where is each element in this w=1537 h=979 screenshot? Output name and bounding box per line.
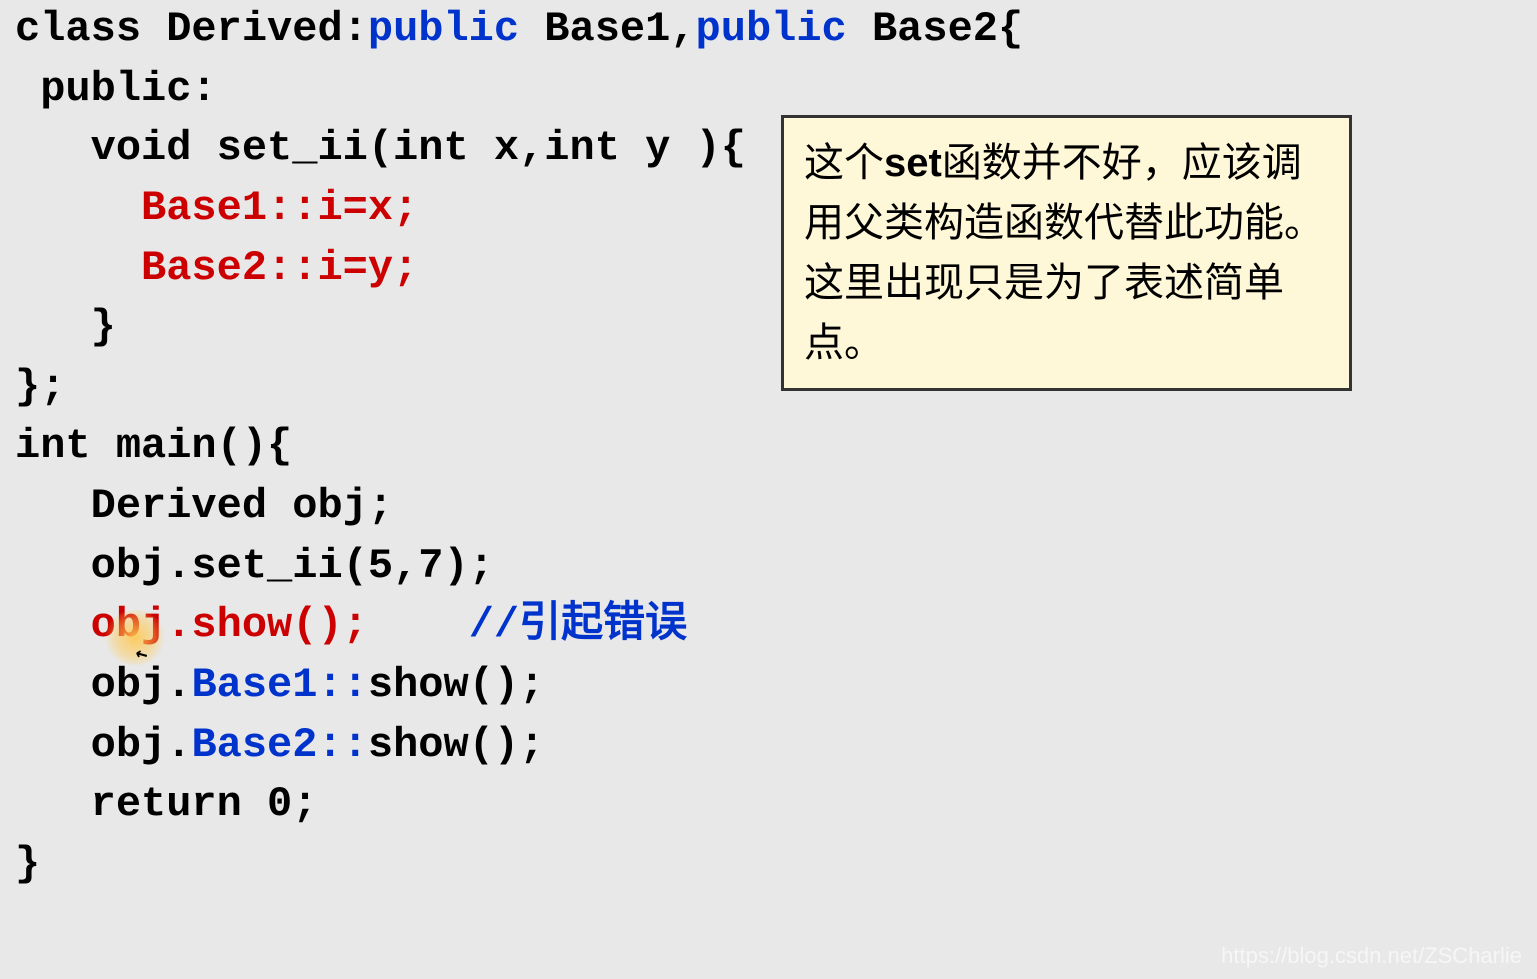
code-line-1a: class Derived: bbox=[15, 5, 368, 53]
keyword-public-2: public bbox=[696, 5, 847, 53]
code-line-2: public: bbox=[15, 65, 217, 113]
code-line-12b: show(); bbox=[368, 661, 544, 709]
code-line-1c: Base2{ bbox=[847, 5, 1023, 53]
code-line-13b: show(); bbox=[368, 721, 544, 769]
code-line-4: Base1::i=x; bbox=[15, 184, 418, 232]
code-line-6: } bbox=[15, 303, 116, 351]
code-line-7: }; bbox=[15, 363, 65, 411]
annotation-text-part1: 这个 bbox=[804, 141, 884, 185]
code-line-8: int main(){ bbox=[15, 422, 292, 470]
watermark-text: https://blog.csdn.net/ZSCharlie bbox=[1221, 943, 1522, 969]
code-line-11-comment: //引起错误 bbox=[469, 601, 687, 649]
code-line-3: void set_ii(int x,int y ){ bbox=[15, 124, 746, 172]
code-line-14: return 0; bbox=[15, 780, 317, 828]
code-line-13-scope: Base2:: bbox=[191, 721, 367, 769]
code-line-11-space bbox=[368, 601, 469, 649]
code-line-10: obj.set_ii(5,7); bbox=[15, 542, 494, 590]
code-line-12-scope: Base1:: bbox=[191, 661, 367, 709]
annotation-callout: 这个set函数并不好，应该调用父类构造函数代替此功能。这里出现只是为了表述简单点… bbox=[781, 115, 1352, 391]
code-line-12a: obj. bbox=[15, 661, 191, 709]
annotation-bold-word: set bbox=[884, 141, 942, 185]
code-line-1b: Base1, bbox=[519, 5, 695, 53]
code-line-11-error: obj.show(); bbox=[15, 601, 368, 649]
code-line-15: } bbox=[15, 840, 40, 888]
code-line-13a: obj. bbox=[15, 721, 191, 769]
keyword-public-1: public bbox=[368, 5, 519, 53]
code-line-5: Base2::i=y; bbox=[15, 244, 418, 292]
code-line-9: Derived obj; bbox=[15, 482, 393, 530]
